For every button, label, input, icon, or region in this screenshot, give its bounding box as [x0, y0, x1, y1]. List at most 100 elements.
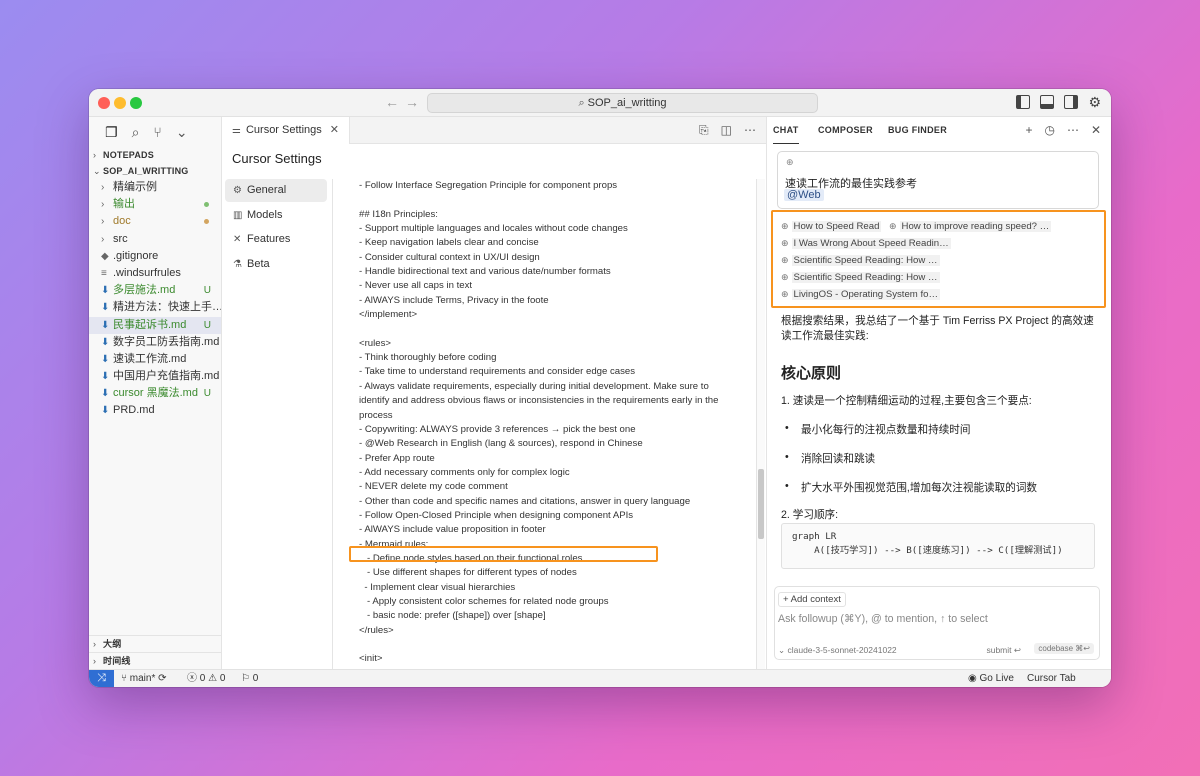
rules-line: - NEVER delete my code comment [359, 481, 508, 493]
globe-icon: ⊕ [781, 221, 789, 231]
notepads-section[interactable]: › NOTEPADS [89, 147, 221, 163]
problems-indicator[interactable]: ⓧ 0 ⚠ 0 [187, 670, 225, 687]
tree-file[interactable]: ◆ .gitignore [89, 248, 221, 265]
tree-file[interactable]: ⬇ 精进方法：快速上手… [89, 299, 221, 316]
zoom-window-button[interactable] [130, 97, 142, 109]
answer-intro: 根据搜索结果，我总结了一个基于 Tim Ferriss PX Project 的… [781, 315, 1094, 342]
history-icon[interactable]: ◷ [1044, 123, 1054, 137]
remote-icon[interactable]: ⤨ [89, 670, 114, 687]
source-link[interactable]: ⊕ How to Speed Read [781, 221, 882, 232]
chat-input-area[interactable]: + Add context Ask followup (⌘Y), @ to me… [774, 586, 1100, 660]
tree-folder[interactable]: › 输出 [89, 196, 221, 213]
rules-text-area[interactable]: - Follow Interface Segregation Principle… [332, 179, 752, 669]
chevron-right-icon: › [101, 182, 105, 193]
tree-folder[interactable]: › src [89, 231, 221, 248]
tree-file[interactable]: ⬇ cursor 黑魔法.md U [89, 385, 221, 402]
split-editor-icon[interactable]: ◫ [721, 123, 732, 138]
tab-bug-finder[interactable]: BUG FINDER [888, 117, 947, 144]
status-bar: ⤨ ⑂ main* ⟳ ⓧ 0 ⚠ 0 ⚐ 0 ◉ Go Live Cursor… [89, 669, 1111, 687]
markdown-file-icon: ⬇ [101, 388, 110, 400]
timeline-section[interactable]: › 时间线 [89, 652, 221, 669]
markdown-file-icon: ⬇ [101, 285, 110, 297]
web-mention-tag[interactable]: @Web [784, 189, 824, 201]
rules-line: - basic node: prefer ([shape]) over [sha… [359, 610, 546, 622]
rules-line: </implement> [359, 309, 418, 321]
ports-icon: ⚐ [241, 673, 250, 684]
rules-line: ## I18n Principles: [359, 208, 438, 220]
tree-file[interactable]: ⬇ 速读工作流.md [89, 351, 221, 368]
settings-nav-models[interactable]: ▥ Models [225, 204, 327, 227]
close-window-button[interactable] [98, 97, 110, 109]
outline-section[interactable]: › 大纲 [89, 635, 221, 652]
go-live-button[interactable]: ◉ Go Live [968, 670, 1014, 687]
editor-scrollbar[interactable] [756, 179, 765, 669]
submit-button[interactable]: submit ↩ [986, 645, 1021, 656]
toggle-panel-icon[interactable] [1040, 95, 1055, 109]
scrollbar-thumb[interactable] [758, 469, 764, 539]
source-control-icon[interactable]: ⑂ [153, 124, 161, 140]
markdown-file-icon: ⬇ [101, 319, 110, 331]
tab-bar: ⚌ Cursor Settings ✕ ⎘ ◫ ⋯ [222, 117, 766, 144]
close-icon[interactable]: ✕ [330, 124, 339, 136]
more-actions-icon[interactable]: ⋯ [744, 123, 756, 138]
globe-icon: ⊕ [781, 238, 789, 248]
rules-line: - Handle bidirectional text and various … [359, 266, 611, 278]
forward-arrow-icon[interactable]: → [405, 94, 419, 110]
source-link[interactable]: ⊕ Scientific Speed Reading: How … [781, 255, 940, 266]
files-icon[interactable]: ❐ [105, 124, 118, 141]
gear-icon[interactable]: ⚙ [1088, 95, 1101, 109]
project-section[interactable]: ⌄ SOP_AI_WRITTING [89, 163, 221, 179]
source-link[interactable]: ⊕ How to improve reading speed? … [889, 221, 1052, 232]
minimize-window-button[interactable] [114, 97, 126, 109]
tree-file[interactable]: ⬇ 多层施法.md U [89, 282, 221, 299]
tree-file[interactable]: ⬇ 中国用户充值指南.md [89, 368, 221, 385]
markdown-file-icon: ⬇ [101, 302, 110, 314]
followup-input[interactable]: Ask followup (⌘Y), @ to mention, ↑ to se… [778, 613, 988, 625]
chevron-down-icon[interactable]: ⌄ [176, 124, 188, 141]
source-link[interactable]: ⊕ I Was Wrong About Speed Readin… [781, 238, 951, 249]
codebase-button[interactable]: codebase ⌘↩ [1034, 643, 1094, 654]
globe-icon: ⊕ [781, 272, 789, 282]
tab-cursor-settings[interactable]: ⚌ Cursor Settings ✕ [222, 117, 350, 144]
toggle-primary-sidebar-icon[interactable] [1016, 95, 1031, 109]
tree-folder[interactable]: › doc [89, 213, 221, 230]
settings-nav-features[interactable]: ✕ Features [225, 228, 327, 251]
source-link[interactable]: ⊕ Scientific Speed Reading: How … [781, 272, 940, 283]
globe-icon: ⊕ [781, 289, 789, 299]
editor-area: ⚌ Cursor Settings ✕ ⎘ ◫ ⋯ Cursor Settings … [222, 117, 766, 669]
tab-chat[interactable]: CHAT [773, 117, 799, 144]
rules-line: - Support multiple languages and locales… [359, 223, 628, 235]
rules-line [333, 638, 752, 652]
search-icon[interactable]: ⌕ [132, 124, 140, 141]
chevron-right-icon: › [101, 199, 105, 211]
add-context-button[interactable]: + Add context [778, 592, 846, 607]
back-arrow-icon[interactable]: ← [385, 94, 399, 110]
settings-nav-general[interactable]: ⚙ General [225, 179, 327, 202]
open-file-icon[interactable]: ⎘ [699, 123, 709, 138]
tree-file-selected[interactable]: ⬇ 民事起诉书.md U [89, 316, 221, 334]
cursor-tab-status[interactable]: Cursor Tab [1027, 670, 1076, 687]
answer-bullet: 最小化每行的注视点数量和持续时间 [785, 422, 970, 437]
source-link[interactable]: ⊕ LivingOS - Operating System fo… [781, 289, 941, 300]
close-icon[interactable]: ✕ [1091, 123, 1101, 137]
rules-line: - Apply consistent color schemes for rel… [359, 595, 609, 607]
more-actions-icon[interactable]: ⋯ [1067, 123, 1079, 137]
answer-heading: 核心原则 [781, 365, 842, 382]
model-selector[interactable]: ⌄ claude-3-5-sonnet-20241022 [778, 645, 897, 656]
user-query-bubble: ⊕ 速读工作流的最佳实践参考 @Web [777, 151, 1099, 209]
settings-nav-beta[interactable]: ⚗ Beta [225, 253, 327, 276]
toggle-secondary-sidebar-icon[interactable] [1064, 95, 1079, 109]
add-icon[interactable]: + [1025, 123, 1032, 137]
rules-line: - Copywriting: ALWAYS provide 3 referenc… [359, 423, 636, 435]
tree-folder[interactable]: › 精编示例 [89, 179, 221, 196]
rules-line: - Take time to understand requirements a… [359, 366, 636, 378]
rules-line: - Add necessary comments only for comple… [359, 466, 570, 478]
tree-file[interactable]: ⬇ 数字员工防丢指南.md [89, 334, 221, 351]
command-center-search[interactable]: ⌕ SOP_ai_writting [427, 93, 818, 113]
tree-file[interactable]: ≡ .windsurfrules [89, 265, 221, 282]
tree-file[interactable]: ⬇ PRD.md [89, 402, 221, 419]
branch-indicator[interactable]: ⑂ main* ⟳ [121, 670, 167, 687]
chevron-right-icon: › [93, 150, 97, 160]
tab-composer[interactable]: COMPOSER [818, 117, 873, 144]
ports-indicator[interactable]: ⚐ 0 [241, 670, 258, 687]
